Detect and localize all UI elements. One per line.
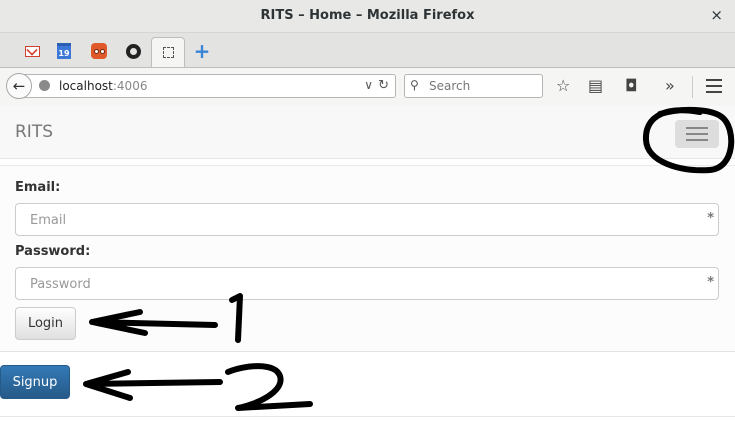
tab-strip: 19 +	[0, 33, 735, 67]
pocket-icon[interactable]: ◘	[625, 76, 638, 95]
calendar-icon: 19	[57, 43, 71, 59]
email-label: Email:	[15, 180, 61, 195]
window-close-button[interactable]: ×	[710, 6, 723, 24]
url-dropdown-icon[interactable]: ∨	[364, 78, 373, 92]
back-arrow-icon: ←	[12, 77, 26, 95]
login-button[interactable]: Login	[15, 307, 76, 340]
brand-logo[interactable]: RITS	[15, 122, 53, 142]
password-manager-icon[interactable]: *	[707, 275, 714, 290]
password-field[interactable]: *	[15, 267, 719, 300]
search-icon: ⚲	[410, 78, 419, 92]
signup-button[interactable]: Signup	[0, 365, 70, 399]
url-bar[interactable]: localhost:4006 ∨ ↻	[24, 74, 396, 98]
reading-list-icon[interactable]: ▤	[588, 76, 603, 95]
gmail-icon	[24, 45, 40, 57]
new-tab-button[interactable]: +	[186, 37, 218, 65]
tab-gmail[interactable]	[16, 37, 48, 65]
back-button[interactable]: ←	[6, 73, 32, 99]
url-port: :4006	[112, 79, 148, 93]
email-input[interactable]	[28, 212, 692, 229]
navigation-toolbar: ← localhost:4006 ∨ ↻ ⚲ ☆ ▤ ◘ »	[0, 67, 735, 107]
tab-active[interactable]	[151, 37, 185, 67]
navbar-toggle-button[interactable]	[675, 120, 719, 148]
reload-icon[interactable]: ↻	[378, 78, 389, 93]
password-label: Password:	[15, 244, 91, 259]
web-page: RITS Email: * Password: * Login Signup	[0, 106, 735, 421]
tab-owl[interactable]	[83, 37, 115, 65]
tab-github[interactable]	[117, 37, 149, 65]
browser-menu-icon[interactable]	[706, 79, 722, 97]
blank-page-icon	[162, 47, 174, 58]
password-manager-icon[interactable]: *	[707, 211, 714, 226]
github-icon	[125, 43, 141, 59]
globe-icon	[39, 80, 50, 91]
window-titlebar: RITS – Home – Mozilla Firefox ×	[0, 0, 735, 33]
window-title: RITS – Home – Mozilla Firefox	[260, 8, 475, 23]
email-field[interactable]: *	[15, 203, 719, 236]
url-text[interactable]: localhost:4006	[59, 79, 147, 93]
toolbar-divider	[692, 76, 693, 98]
password-input[interactable]	[28, 276, 692, 293]
url-host: localhost	[59, 79, 113, 93]
search-bar[interactable]: ⚲	[404, 74, 543, 98]
overflow-chevron-icon[interactable]: »	[665, 76, 675, 95]
plus-icon: +	[193, 39, 211, 63]
owl-icon	[91, 43, 107, 59]
app-navbar: RITS	[0, 106, 735, 159]
bookmark-star-icon[interactable]: ☆	[556, 76, 570, 95]
login-form: Email: * Password: * Login	[0, 165, 735, 352]
divider	[0, 416, 735, 417]
tab-calendar[interactable]: 19	[48, 37, 80, 65]
search-input[interactable]	[427, 78, 541, 94]
